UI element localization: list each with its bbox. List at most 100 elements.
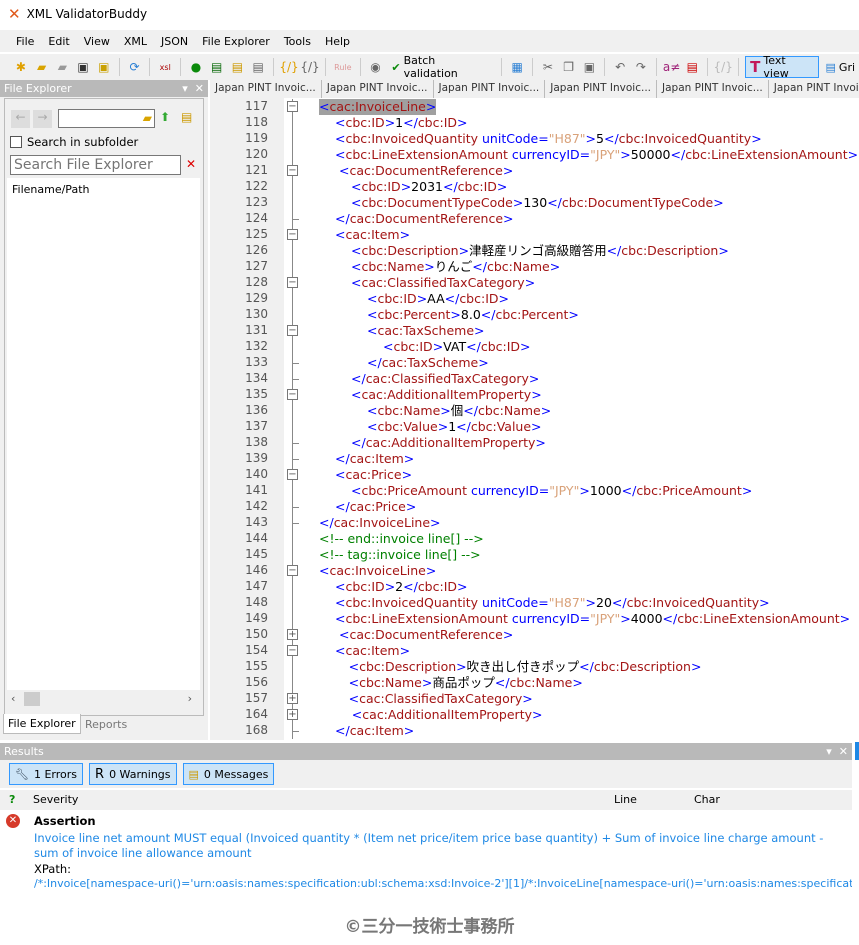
collapse-icon[interactable]: − <box>287 165 298 176</box>
code-line[interactable]: </cac:DocumentReference> <box>335 211 514 227</box>
code-line[interactable]: <cbc:PriceAmount currencyID="JPY">1000</… <box>351 483 752 499</box>
validate-schema-icon[interactable]: ▤ <box>208 58 226 76</box>
code-line[interactable]: <cac:DocumentReference> <box>339 627 513 643</box>
collapse-icon[interactable]: − <box>287 101 298 112</box>
grid-view-button[interactable]: ▤ Gri <box>822 56 859 78</box>
menu-file[interactable]: File <box>16 35 34 48</box>
search-subfolder-checkbox[interactable] <box>10 136 22 148</box>
search-icon[interactable]: ◉ <box>367 58 385 76</box>
code-line[interactable]: <cbc:InvoicedQuantity unitCode="H87">5</… <box>335 131 762 147</box>
save-icon[interactable]: ▣ <box>74 58 92 76</box>
tab-file-explorer[interactable]: File Explorer <box>3 714 81 734</box>
menu-xml[interactable]: XML <box>124 35 147 48</box>
back-button[interactable]: ← <box>11 110 30 128</box>
expand-icon[interactable]: + <box>287 629 298 640</box>
batch-validation-button[interactable]: ✔ Batch validation <box>387 54 495 80</box>
panel-menu-icon[interactable]: ▾ <box>826 745 832 758</box>
open-file-icon[interactable]: ▰ <box>33 58 51 76</box>
path-input[interactable]: ▰ <box>58 109 155 128</box>
code-line[interactable]: <cac:DocumentReference> <box>339 163 513 179</box>
expand-icon[interactable]: + <box>287 693 298 704</box>
expand-icon[interactable]: + <box>287 709 298 720</box>
code-line[interactable]: <cac:ClassifiedTaxCategory> <box>349 691 533 707</box>
code-line[interactable]: <cbc:Percent>8.0</cbc:Percent> <box>367 307 579 323</box>
xpath-icon[interactable]: {/} <box>714 58 733 76</box>
unformat-icon[interactable]: {/} <box>300 58 319 76</box>
bookmark-icon[interactable]: ▤ <box>683 58 701 76</box>
errors-filter-button[interactable]: 🔧︎ 1 Errors <box>9 763 84 785</box>
menu-file-explorer[interactable]: File Explorer <box>202 35 270 48</box>
collapse-icon[interactable]: − <box>287 389 298 400</box>
code-line[interactable]: <cac:Price> <box>335 467 412 483</box>
code-line[interactable]: <cbc:Value>1</cbc:Value> <box>367 419 542 435</box>
code-line[interactable]: <!-- end::invoice line[] --> <box>319 531 484 547</box>
collapse-icon[interactable]: − <box>287 469 298 480</box>
code-line[interactable]: <cbc:DocumentTypeCode>130</cbc:DocumentT… <box>351 195 724 211</box>
format-icon[interactable]: {/} <box>279 58 298 76</box>
code-line[interactable]: </cac:TaxScheme> <box>367 355 489 371</box>
forward-button[interactable]: → <box>33 110 52 128</box>
column-char[interactable]: Char <box>694 793 720 806</box>
code-line[interactable]: <cac:Item> <box>335 227 410 243</box>
warnings-filter-button[interactable]: R0 Warnings <box>89 763 177 785</box>
collapse-icon[interactable]: − <box>287 277 298 288</box>
cut-icon[interactable]: ✂ <box>539 58 557 76</box>
document-tab[interactable]: Japan PINT Invoic... <box>434 80 546 98</box>
collapse-icon[interactable]: − <box>287 325 298 336</box>
document-tab[interactable]: Japan PINT Invoic... <box>210 80 322 98</box>
rule-icon[interactable]: Rule <box>332 58 354 76</box>
code-line[interactable]: <cbc:Name>個</cbc:Name> <box>367 403 551 419</box>
panel-close-icon[interactable]: ✕ <box>839 745 848 758</box>
menu-view[interactable]: View <box>84 35 110 48</box>
menu-json[interactable]: JSON <box>161 35 188 48</box>
validate-icon[interactable]: ● <box>187 58 205 76</box>
edit-schema-icon[interactable]: ▤ <box>229 58 247 76</box>
code-line[interactable]: <cac:AdditionalItemProperty> <box>351 387 542 403</box>
xsl-icon[interactable]: xsl <box>156 58 174 76</box>
document-tab[interactable]: Japan PINT Invoic... <box>657 80 769 98</box>
search-file-explorer-input[interactable] <box>10 155 181 175</box>
code-line[interactable]: <cbc:ID>AA</cbc:ID> <box>367 291 509 307</box>
column-severity[interactable]: Severity <box>33 793 78 806</box>
code-line[interactable]: <cbc:Name>商品ポップ</cbc:Name> <box>349 675 583 691</box>
code-line[interactable]: <cbc:InvoicedQuantity unitCode="H87">20<… <box>335 595 770 611</box>
redo-icon[interactable]: ↷ <box>632 58 650 76</box>
code-line[interactable]: <cac:Item> <box>335 643 410 659</box>
horizontal-scrollbar[interactable]: ‹ › <box>7 690 200 708</box>
tab-reports[interactable]: Reports <box>85 718 127 731</box>
code-line[interactable]: <cbc:Description>吹き出し付きポップ</cbc:Descript… <box>349 659 702 675</box>
browse-folder-icon[interactable]: ▰ <box>143 111 152 125</box>
paste-icon[interactable]: ▣ <box>581 58 599 76</box>
document-tab[interactable]: Japan PINT Invoic... <box>769 80 859 98</box>
column-line[interactable]: Line <box>614 793 637 806</box>
code-line[interactable]: <cbc:LineExtensionAmount currencyID="JPY… <box>335 147 858 163</box>
folder-up-icon[interactable]: ⬆ <box>160 110 170 124</box>
text-view-button[interactable]: T Text view <box>745 54 819 80</box>
code-line[interactable]: </cac:InvoiceLine> <box>319 515 441 531</box>
collapse-icon[interactable]: − <box>287 229 298 240</box>
schema-settings-icon[interactable]: ▤ <box>249 58 267 76</box>
folder-list-icon[interactable]: ▤ <box>181 110 192 124</box>
code-line[interactable]: <cbc:Name>りんご</cbc:Name> <box>351 259 560 275</box>
code-line[interactable]: <cbc:ID>1</cbc:ID> <box>335 115 468 131</box>
code-line[interactable]: <cac:AdditionalItemProperty> <box>352 707 543 723</box>
code-line[interactable]: <cbc:ID>2</cbc:ID> <box>335 579 468 595</box>
collapse-icon[interactable]: − <box>287 645 298 656</box>
code-line[interactable]: <cac:InvoiceLine> <box>319 563 436 579</box>
clear-search-icon[interactable]: ✕ <box>186 157 196 171</box>
undo-icon[interactable]: ↶ <box>611 58 629 76</box>
code-line[interactable]: <cac:ClassifiedTaxCategory> <box>351 275 535 291</box>
refresh-icon[interactable]: ⟳ <box>126 58 144 76</box>
panel-menu-icon[interactable]: ▾ <box>182 82 188 95</box>
code-line[interactable]: <cac:InvoiceLine> <box>319 99 437 115</box>
menu-help[interactable]: Help <box>325 35 350 48</box>
code-line[interactable]: <cbc:ID>2031</cbc:ID> <box>351 179 507 195</box>
editor-scrollbar[interactable] <box>855 742 859 760</box>
spellcheck-icon[interactable]: a≠ <box>663 58 681 76</box>
collapse-icon[interactable]: − <box>287 565 298 576</box>
code-line[interactable]: <cbc:Description>津軽産リンゴ高級贈答用</cbc:Descri… <box>351 243 729 259</box>
code-line[interactable]: </cac:Item> <box>335 723 414 739</box>
new-file-icon[interactable]: ✱ <box>12 58 30 76</box>
save-all-icon[interactable]: ▣ <box>95 58 113 76</box>
document-tab[interactable]: Japan PINT Invoic... <box>545 80 657 98</box>
